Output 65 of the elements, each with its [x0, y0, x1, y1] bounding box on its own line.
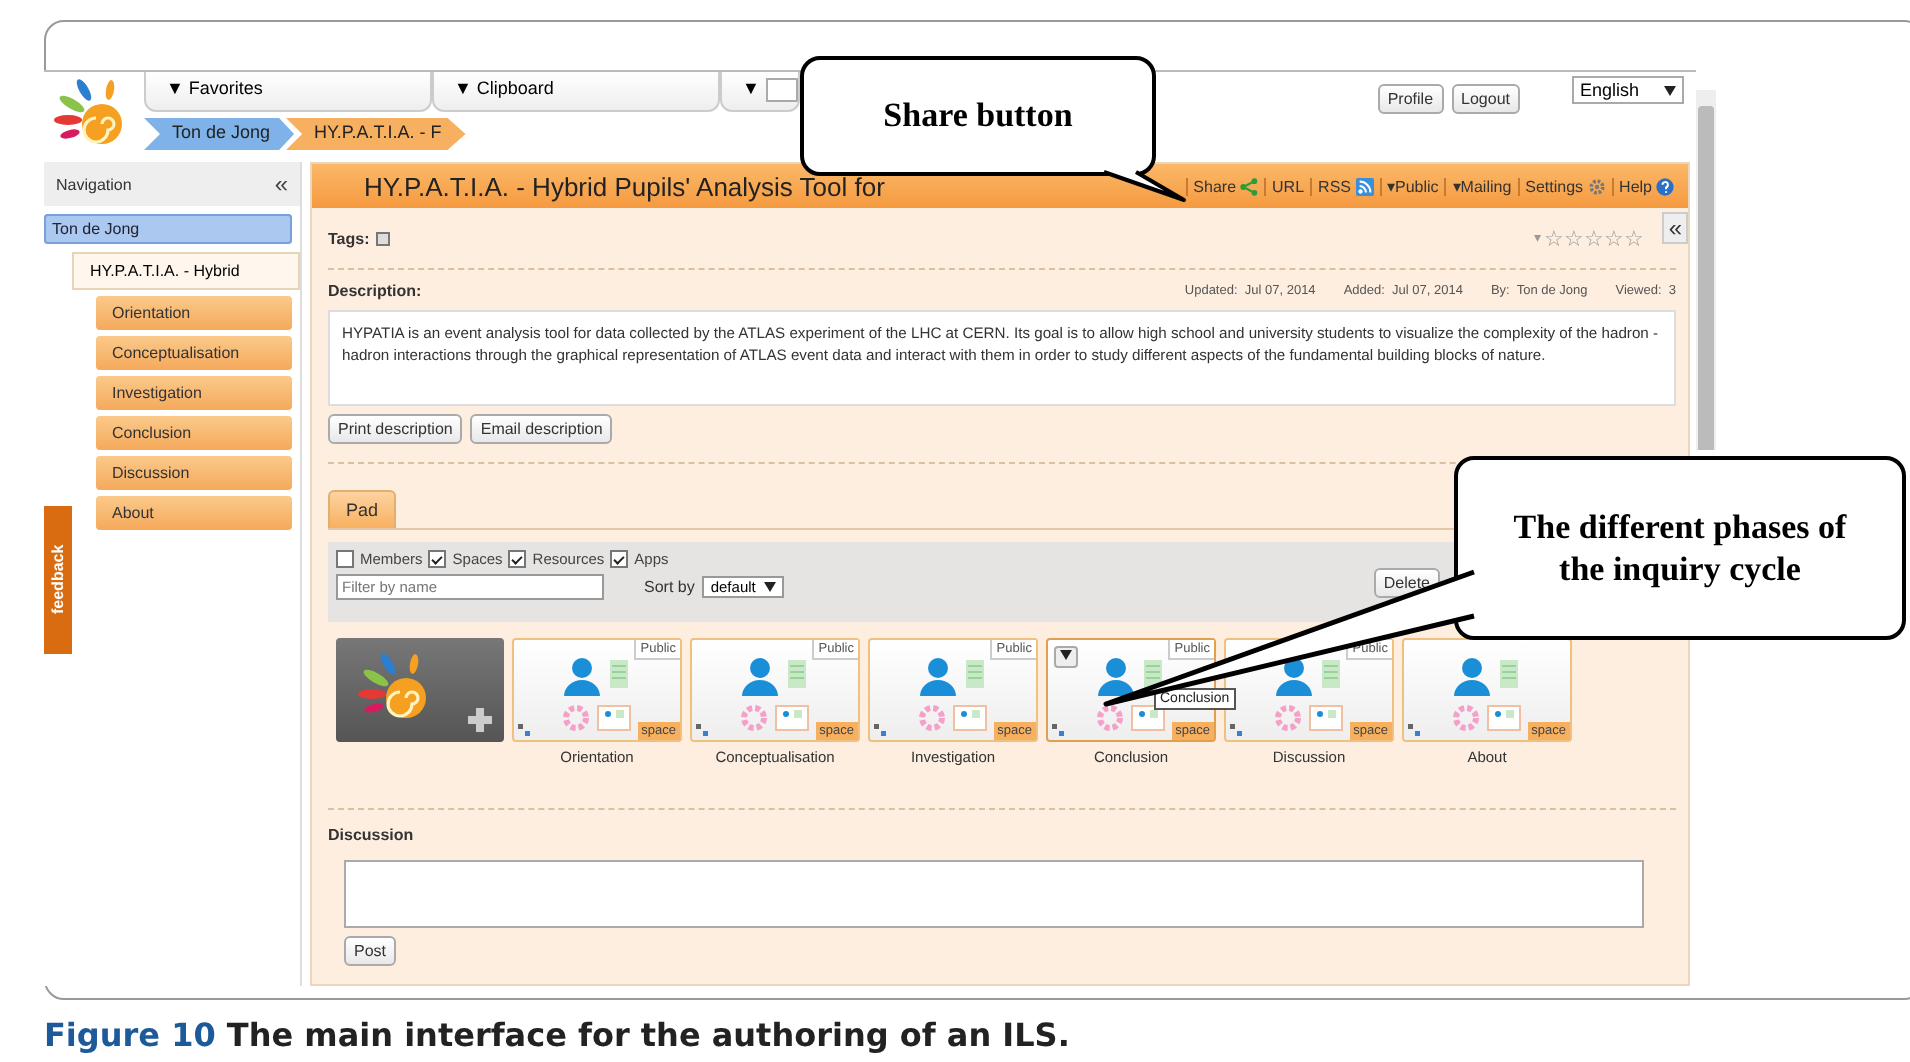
menu-tab[interactable]: ▼ [720, 72, 800, 112]
checkbox[interactable] [610, 550, 629, 568]
checkbox[interactable] [428, 550, 447, 568]
menu-tab[interactable]: ▼ Favorites [144, 72, 432, 112]
language-select[interactable]: English [1572, 76, 1684, 104]
caret-icon [763, 582, 776, 592]
plus-icon[interactable] [468, 708, 492, 732]
breadcrumb[interactable]: Ton de Jong [144, 118, 295, 150]
tree-item[interactable]: HY.P.A.T.I.A. - Hybrid [72, 252, 300, 290]
add-space-tile[interactable] [336, 638, 504, 742]
tree-item[interactable]: Conclusion [96, 416, 292, 450]
menu-tab[interactable]: ▼ Clipboard [432, 72, 720, 112]
small-icon [874, 724, 886, 736]
toolbar-link[interactable]: RSS [1310, 177, 1379, 195]
description-button[interactable]: Print description [328, 414, 463, 444]
toolbar-link[interactable]: ▾Public [1379, 177, 1445, 195]
small-icon [696, 724, 708, 736]
page-title: HY.P.A.T.I.A. - Hybrid Pupils' Analysis Tool for [364, 171, 885, 201]
header-button[interactable]: Logout [1451, 84, 1520, 114]
checkbox[interactable] [336, 550, 354, 568]
text-field[interactable] [765, 78, 798, 102]
checkbox[interactable] [508, 550, 527, 568]
callout-label: Share button [800, 56, 1156, 176]
callout-pointer [1102, 170, 1186, 202]
breadcrumb[interactable]: HY.P.A.T.I.A. - F [286, 118, 466, 150]
tree-item[interactable]: Conceptualisation [96, 336, 292, 370]
post-button[interactable]: Post [344, 936, 397, 966]
tree-item[interactable]: Discussion [96, 456, 292, 490]
collapse-button[interactable]: « [1662, 212, 1688, 244]
toolbar-link[interactable]: URL [1264, 177, 1311, 195]
sort-label: Sort by [644, 578, 695, 596]
description-label: Description: [328, 281, 422, 299]
caret-icon [1664, 85, 1676, 95]
small-icon [518, 724, 530, 736]
small-icon [1408, 724, 1420, 736]
share-icon [1240, 177, 1259, 195]
figure-number: Figure 10 [44, 1016, 216, 1054]
rss-icon [1355, 177, 1373, 195]
toolbar-link[interactable]: Help [1611, 177, 1680, 195]
small-icon [1230, 724, 1242, 736]
dropdown-button[interactable] [1054, 646, 1078, 668]
toolbar-link[interactable]: ▾Mailing [1444, 177, 1518, 195]
header-button[interactable]: Profile [1377, 84, 1444, 114]
scrollbar[interactable] [1696, 90, 1716, 450]
scrollbar-thumb[interactable] [1698, 106, 1714, 450]
help-icon [1656, 177, 1674, 195]
tree-item[interactable]: About [96, 496, 292, 530]
tree-item[interactable]: Orientation [96, 296, 292, 330]
toolbar-link[interactable]: Share [1185, 177, 1265, 195]
tags-label: Tags: [328, 229, 370, 247]
caret-icon [1060, 650, 1072, 660]
panel-title: Navigation [56, 175, 132, 193]
tree-item[interactable]: Ton de Jong [44, 214, 292, 244]
small-icon [1052, 724, 1064, 736]
collapse-button[interactable]: « [274, 170, 288, 198]
callout-label: The different phases of the inquiry cycle [1454, 456, 1906, 640]
discussion-label: Discussion [328, 826, 414, 844]
description-button[interactable]: Email description [470, 414, 613, 444]
gear-icon [1587, 177, 1606, 195]
toolbar-link[interactable]: Settings [1517, 177, 1612, 195]
comment-field[interactable] [344, 860, 1644, 928]
tree-item[interactable]: Investigation [96, 376, 292, 410]
tab[interactable]: Pad [328, 490, 397, 528]
add-tag-icon[interactable] [375, 231, 390, 245]
caption-text: The main interface for the authoring of an ILS. [226, 1016, 1070, 1054]
